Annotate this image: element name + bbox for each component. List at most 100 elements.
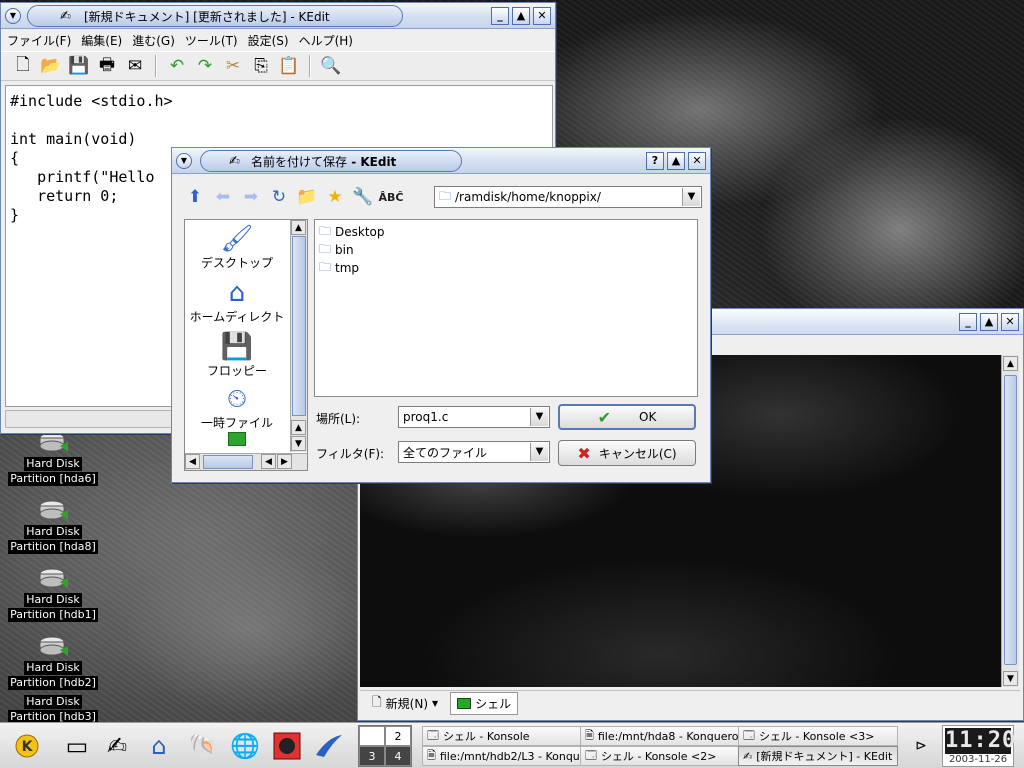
path-combobox[interactable]: 🗀 /ramdisk/home/knoppix/ ▼ (434, 186, 702, 208)
copy-icon[interactable]: ⎘ (249, 54, 273, 78)
help-button[interactable]: ? (646, 152, 664, 170)
menu-tools[interactable]: ツール(T) (185, 32, 238, 49)
kedit-titlebar[interactable]: ▼ ✍ [新規ドキュメント] [更新されました] - KEdit _ ▲ ✕ (1, 3, 555, 29)
chevron-down-icon[interactable]: ▼ (682, 188, 700, 206)
home-folder-icon[interactable]: ⌂ (142, 729, 176, 763)
minimize-button[interactable]: _ (491, 7, 509, 25)
back-arrow-icon[interactable]: ⬅ (210, 184, 236, 210)
task-konsole-3[interactable]: 🗔 シェル - Konsole <3> (738, 726, 898, 746)
clock[interactable]: 11:20 2003-11-26 (942, 725, 1015, 767)
place-floppy[interactable]: 💾 フロッピー (185, 332, 289, 379)
pager-desktop-2[interactable]: 2 (385, 726, 411, 746)
openoffice-icon[interactable] (312, 729, 346, 763)
save-as-dialog[interactable]: ▼ ✍ 名前を付けて保存 - KEdit ? ▲ ✕ ⬆ ⬅ ➡ ↻ 📁 ★ 🔧… (171, 147, 711, 483)
filter-select[interactable]: 全てのファイル ▼ (398, 441, 550, 463)
desktop-icon-hdb2[interactable]: Hard Disk Partition [hdb2] (8, 634, 98, 690)
menu-help[interactable]: ヘルプ(H) (299, 32, 353, 49)
new-session-button[interactable]: 🗋 新規(N) ▼ (366, 691, 444, 716)
place-temp[interactable]: ⏲ 一時ファイル (185, 384, 289, 431)
print-icon[interactable]: 🖶 (95, 54, 119, 78)
desktop-icon-hdb1[interactable]: Hard Disk Partition [hdb1] (8, 566, 98, 622)
scrollbar-thumb[interactable] (1004, 375, 1017, 665)
open-folder-icon[interactable]: 📂 (39, 54, 63, 78)
maximize-button[interactable]: ▲ (512, 7, 530, 25)
chevron-down-icon[interactable]: ▼ (530, 443, 548, 461)
location-input[interactable]: proq1.c ▼ (398, 406, 550, 428)
desktop-pager[interactable]: 2 3 4 (358, 725, 412, 767)
bookmark-star-icon[interactable]: ★ (322, 184, 348, 210)
cancel-button[interactable]: ✖ キャンセル(C) (558, 440, 696, 466)
mozilla-icon[interactable] (270, 729, 304, 763)
task-konsole-2[interactable]: 🗔 シェル - Konsole <2> (580, 746, 740, 766)
ok-button[interactable]: ✔ OK (558, 404, 696, 430)
new-document-icon[interactable]: 🗋 (11, 54, 35, 78)
kedit-toolbar: 🗋 📂 💾 🖶 ✉ ↶ ↷ ✂ ⎘ 📋 🔍 (1, 51, 555, 81)
chevron-down-icon[interactable]: ▼ (530, 408, 548, 426)
tab-shell[interactable]: シェル (450, 692, 519, 715)
place-next[interactable] (185, 432, 289, 446)
find-icon[interactable]: 🔍 (319, 54, 343, 78)
menu-go[interactable]: 進む(G) (132, 32, 175, 49)
menu-edit[interactable]: 編集(E) (81, 32, 122, 49)
places-horizontal-scrollbar[interactable]: ◀ ◀ ▶ (185, 453, 307, 470)
desktop-icon-hda8[interactable]: Hard Disk Partition [hda8] (8, 498, 98, 554)
scroll-up-arrow-icon[interactable]: ▲ (1003, 356, 1018, 371)
minimize-button[interactable]: _ (959, 313, 977, 331)
window-menu-button[interactable]: ▼ (5, 8, 21, 24)
spellcheck-icon[interactable]: ÂBĈ (378, 184, 404, 210)
menu-settings[interactable]: 設定(S) (248, 32, 289, 49)
close-button[interactable]: ✕ (1001, 313, 1019, 331)
scroll-up-arrow-icon[interactable]: ▲ (291, 220, 306, 235)
scrollbar-thumb[interactable] (203, 455, 253, 469)
redo-icon[interactable]: ↷ (193, 54, 217, 78)
scroll-right-arrow-icon[interactable]: ▶ (277, 454, 292, 469)
pager-desktop-4[interactable]: 4 (385, 746, 411, 766)
list-item[interactable]: 🗀 bin (319, 241, 693, 259)
list-item[interactable]: 🗀 tmp (319, 259, 693, 277)
konqueror-browser-icon[interactable]: 🌐 (228, 729, 262, 763)
maximize-button[interactable]: ▲ (980, 313, 998, 331)
window-menu-button[interactable]: ▼ (176, 153, 192, 169)
dialog-titlebar[interactable]: ▼ ✍ 名前を付けて保存 - KEdit ? ▲ ✕ (172, 148, 710, 174)
wrench-icon[interactable]: 🔧 (350, 184, 376, 210)
place-home[interactable]: ⌂ ホームディレクト (185, 278, 289, 325)
task-konqueror-hda8[interactable]: 🗎 file:/mnt/hda8 - Konqueror (580, 726, 740, 746)
save-icon[interactable]: 💾 (67, 54, 91, 78)
task-konqueror-hdb2[interactable]: 🗎 file:/mnt/hdb2/L3 - Konqueror (422, 746, 582, 766)
show-desktop-icon[interactable]: ▭ (60, 729, 94, 763)
file-list[interactable]: 🗀 Desktop 🗀 bin 🗀 tmp (314, 219, 698, 397)
task-konsole[interactable]: 🗔 シェル - Konsole (422, 726, 582, 746)
system-tray-arrow-icon[interactable]: ⊳ (904, 729, 938, 763)
konsole-shell-icon[interactable]: 🐚 (186, 729, 220, 763)
k-menu-icon[interactable]: K (10, 729, 44, 763)
pager-desktop-3[interactable]: 3 (359, 746, 385, 766)
scroll-up-arrow-icon[interactable]: ▲ (291, 420, 306, 435)
close-button[interactable]: ✕ (688, 152, 706, 170)
mail-icon[interactable]: ✉ (123, 54, 147, 78)
location-label: 場所(L): (316, 412, 361, 426)
desktop-icon-hdb3[interactable]: Hard Disk Partition [hdb3] (8, 694, 98, 724)
kedit-launcher-icon[interactable]: ✍ (100, 729, 134, 763)
maximize-button[interactable]: ▲ (667, 152, 685, 170)
paste-icon[interactable]: 📋 (277, 54, 301, 78)
scroll-left-arrow-icon[interactable]: ◀ (261, 454, 276, 469)
pager-desktop-1[interactable] (359, 726, 385, 746)
scroll-down-arrow-icon[interactable]: ▼ (1003, 671, 1018, 686)
menu-file[interactable]: ファイル(F) (7, 32, 71, 49)
list-item[interactable]: 🗀 Desktop (319, 223, 693, 241)
undo-icon[interactable]: ↶ (165, 54, 189, 78)
scroll-left-arrow-icon[interactable]: ◀ (185, 454, 200, 469)
scroll-down-arrow-icon[interactable]: ▼ (291, 436, 306, 451)
forward-arrow-icon[interactable]: ➡ (238, 184, 264, 210)
konsole-scrollbar[interactable]: ▲ ▼ (1001, 355, 1019, 687)
desktop-icon-hda6[interactable]: Hard Disk Partition [hda6] (8, 430, 98, 486)
cut-icon[interactable]: ✂ (221, 54, 245, 78)
task-kedit[interactable]: ✍ [新規ドキュメント] - KEdit (738, 746, 898, 766)
close-button[interactable]: ✕ (533, 7, 551, 25)
up-arrow-icon[interactable]: ⬆ (182, 184, 208, 210)
new-folder-icon[interactable]: 📁 (294, 184, 320, 210)
place-desktop[interactable]: 🖌 デスクトップ (185, 224, 289, 271)
scrollbar-thumb[interactable] (292, 236, 306, 416)
reload-icon[interactable]: ↻ (266, 184, 292, 210)
places-vertical-scrollbar[interactable]: ▲ ▲ ▼ (290, 220, 307, 452)
